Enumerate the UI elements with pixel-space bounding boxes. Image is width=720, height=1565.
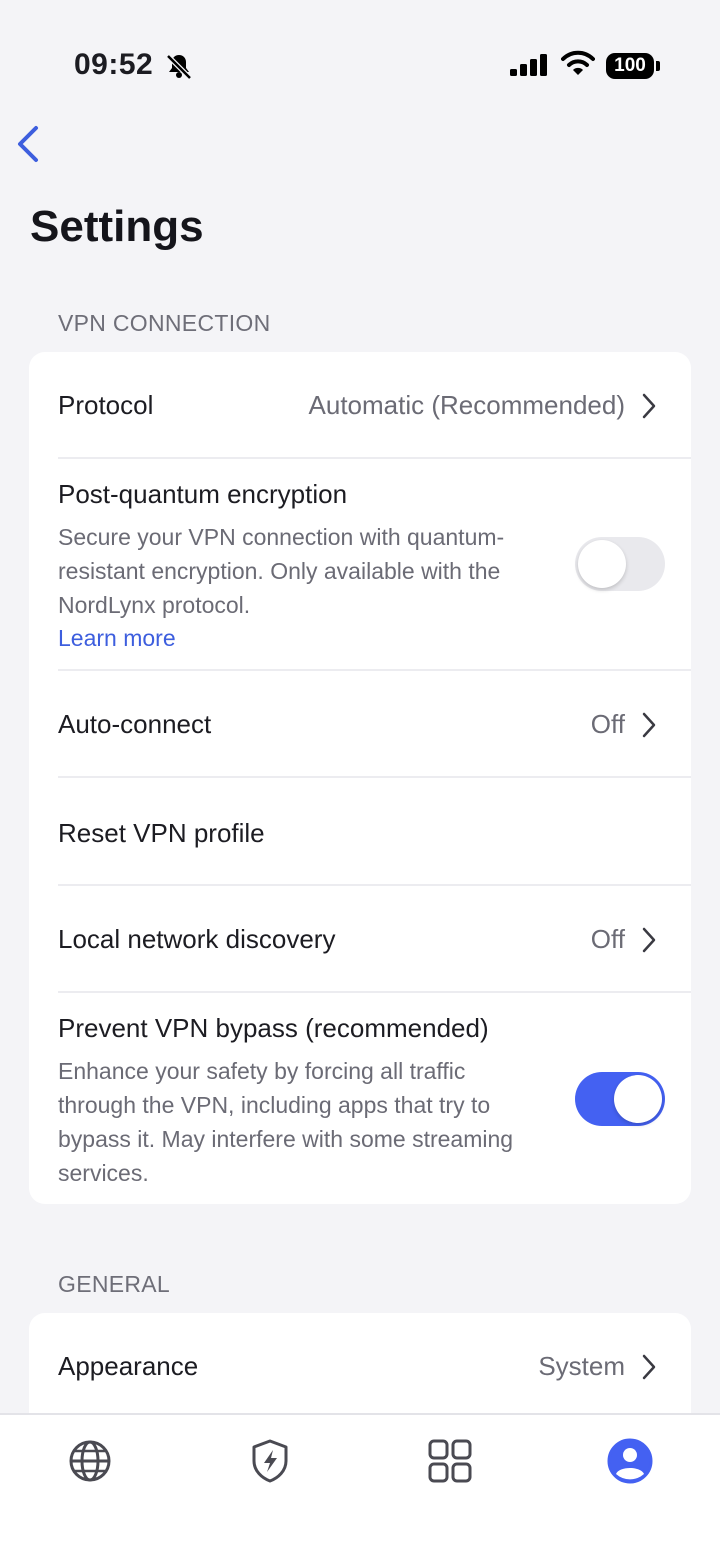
section-label-vpn: VPN CONNECTION bbox=[58, 310, 271, 336]
bottom-tab-bar bbox=[0, 1413, 720, 1565]
battery-nub bbox=[656, 61, 660, 71]
prevent-vpn-bypass-row: Prevent VPN bypass (recommended) Enhance… bbox=[29, 993, 691, 1204]
post-quantum-description: Secure your VPN connection with quantum-… bbox=[58, 520, 558, 622]
auto-connect-label: Auto-connect bbox=[58, 709, 212, 739]
post-quantum-toggle[interactable] bbox=[575, 537, 665, 591]
desc-line: Secure your VPN connection with quantum- bbox=[58, 524, 505, 550]
local-network-discovery-label: Local network discovery bbox=[58, 924, 336, 954]
vpn-settings-card: Protocol Automatic (Recommended) Post-qu… bbox=[29, 352, 691, 1204]
prevent-vpn-bypass-toggle[interactable] bbox=[575, 1072, 665, 1126]
local-network-discovery-row[interactable]: Local network discovery Off bbox=[29, 886, 691, 992]
reset-vpn-profile-row[interactable]: Reset VPN profile bbox=[29, 778, 691, 884]
chevron-right-icon bbox=[642, 1354, 656, 1380]
back-button[interactable] bbox=[14, 122, 44, 166]
battery-icon: 100 bbox=[606, 53, 654, 79]
shield-bolt-icon[interactable] bbox=[246, 1437, 294, 1485]
protocol-row[interactable]: Protocol Automatic (Recommended) bbox=[29, 352, 691, 458]
toggle-knob bbox=[578, 540, 626, 588]
local-network-discovery-value: Off bbox=[590, 924, 625, 954]
post-quantum-label: Post-quantum encryption bbox=[58, 479, 348, 509]
desc-line: NordLynx protocol. bbox=[58, 592, 251, 618]
wifi-icon bbox=[561, 50, 595, 75]
protocol-value: Automatic (Recommended) bbox=[308, 390, 625, 420]
status-bar: 09:52 100 bbox=[0, 0, 720, 110]
page-title: Settings bbox=[30, 202, 204, 251]
auto-connect-value: Off bbox=[590, 709, 625, 739]
prevent-vpn-bypass-label: Prevent VPN bypass (recommended) bbox=[58, 1013, 489, 1043]
status-time: 09:52 bbox=[74, 48, 154, 81]
desc-line: bypass it. May interfere with some strea… bbox=[58, 1126, 514, 1152]
desc-line: resistant encryption. Only available wit… bbox=[58, 558, 501, 584]
profile-icon[interactable] bbox=[606, 1437, 654, 1485]
post-quantum-row: Post-quantum encryption Secure your VPN … bbox=[29, 459, 691, 669]
appearance-row[interactable]: Appearance System bbox=[29, 1313, 691, 1419]
chevron-right-icon bbox=[642, 712, 656, 738]
bell-slash-icon bbox=[166, 54, 192, 80]
learn-more-link[interactable]: Learn more bbox=[58, 625, 176, 652]
auto-connect-row[interactable]: Auto-connect Off bbox=[29, 671, 691, 777]
protocol-label: Protocol bbox=[58, 390, 154, 420]
appearance-value: System bbox=[538, 1351, 625, 1381]
section-label-general: GENERAL bbox=[58, 1271, 171, 1297]
chevron-right-icon bbox=[642, 927, 656, 953]
desc-line: services. bbox=[58, 1160, 149, 1186]
prevent-vpn-bypass-description: Enhance your safety by forcing all traff… bbox=[58, 1054, 558, 1190]
appearance-label: Appearance bbox=[58, 1351, 199, 1381]
desc-line: Enhance your safety by forcing all traff… bbox=[58, 1058, 466, 1084]
reset-vpn-profile-label: Reset VPN profile bbox=[58, 818, 265, 848]
chevron-right-icon bbox=[642, 393, 656, 419]
globe-icon[interactable] bbox=[66, 1437, 114, 1485]
desc-line: through the VPN, including apps that try… bbox=[58, 1092, 491, 1118]
toggle-knob bbox=[614, 1075, 662, 1123]
grid-icon[interactable] bbox=[426, 1437, 474, 1485]
cellular-signal-icon bbox=[510, 54, 547, 76]
